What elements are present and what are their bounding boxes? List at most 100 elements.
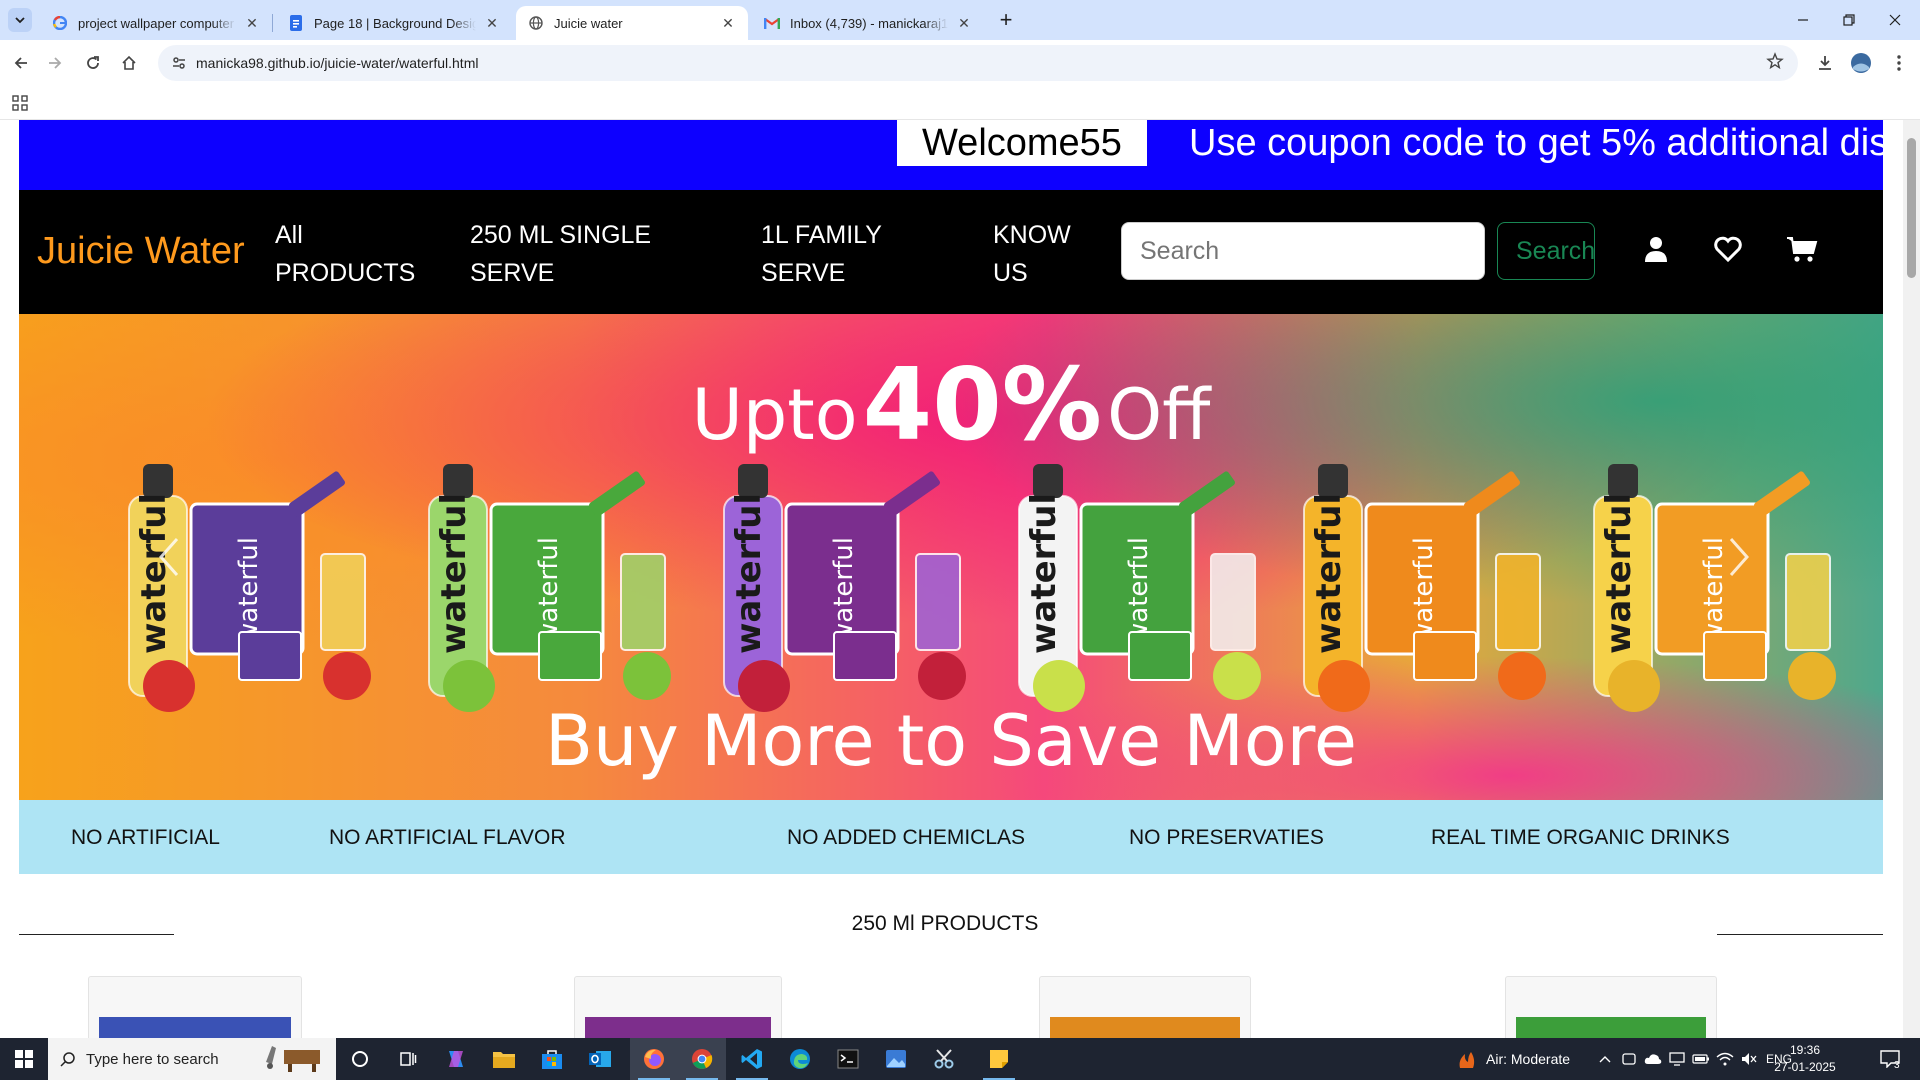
promo-banner: Welcome55 Use coupon code to get 5% addi… xyxy=(19,120,1883,190)
taskbar-app-photos[interactable] xyxy=(872,1038,920,1080)
battery-tray[interactable] xyxy=(1690,1038,1712,1080)
carousel-prev-button[interactable] xyxy=(149,532,189,582)
forward-button[interactable] xyxy=(40,48,70,78)
product-card[interactable] xyxy=(574,976,782,1038)
cart-icon[interactable] xyxy=(1785,232,1819,266)
bottle-brand-text: waterful xyxy=(1024,493,1064,654)
carousel-next-button[interactable] xyxy=(1719,532,1759,582)
tab-gmail-inbox[interactable]: Inbox (4,739) - manickaraj1097@ ✕ xyxy=(752,6,984,40)
nav-link-label: All xyxy=(275,221,303,249)
new-tab-button[interactable]: + xyxy=(994,7,1018,32)
chevron-up-icon xyxy=(1599,1056,1611,1063)
brand-logo[interactable]: Juicie Water xyxy=(37,230,245,273)
close-tab-icon[interactable]: ✕ xyxy=(720,15,736,31)
page-viewport: Welcome55 Use coupon code to get 5% addi… xyxy=(0,120,1920,1038)
task-view-button[interactable] xyxy=(384,1038,432,1080)
close-tab-icon[interactable]: ✕ xyxy=(484,15,500,31)
close-window-button[interactable] xyxy=(1872,0,1918,40)
taskbar-app-copilot[interactable] xyxy=(432,1038,480,1080)
hero-title-suffix: Off xyxy=(1107,374,1211,456)
taskbar-app-store[interactable] xyxy=(528,1038,576,1080)
gmail-icon xyxy=(764,15,780,31)
bottle-brand-text: waterful xyxy=(729,493,769,654)
nav-link-all-products[interactable]: All PRODUCTS xyxy=(275,216,415,292)
taskbar-app-outlook[interactable] xyxy=(576,1038,624,1080)
taskbar-app-snipping-tool[interactable] xyxy=(920,1038,968,1080)
nav-link-1l-family[interactable]: 1L FAMILY SERVE xyxy=(761,216,882,292)
minimize-icon xyxy=(1798,19,1808,21)
terminal-icon xyxy=(837,1049,859,1069)
taskbar-app-vscode[interactable] xyxy=(728,1038,776,1080)
profile-button[interactable] xyxy=(1846,48,1876,78)
weather-widget[interactable]: Air: Moderate xyxy=(1456,1038,1570,1080)
meet-now-tray[interactable] xyxy=(1618,1038,1640,1080)
tab-search-button[interactable] xyxy=(8,8,32,32)
downloads-button[interactable] xyxy=(1810,48,1840,78)
close-tab-icon[interactable]: ✕ xyxy=(244,15,260,31)
search-button[interactable]: Search xyxy=(1497,222,1595,280)
chevron-right-icon xyxy=(1729,538,1749,576)
sachet xyxy=(1179,471,1235,517)
url-text[interactable]: manicka98.github.io/juicie-water/waterfu… xyxy=(196,55,478,71)
network-tray[interactable] xyxy=(1714,1038,1736,1080)
nav-link-250ml[interactable]: 250 ML SINGLE SERVE xyxy=(470,216,651,292)
scrollbar-thumb[interactable] xyxy=(1907,138,1916,278)
taskbar-app-firefox[interactable] xyxy=(630,1038,678,1080)
notification-count: 3 xyxy=(1894,1060,1900,1071)
taskbar-app-edge[interactable] xyxy=(776,1038,824,1080)
cortana-button[interactable] xyxy=(336,1038,384,1080)
apps-grid-icon[interactable] xyxy=(12,95,28,116)
product-card[interactable] xyxy=(1505,976,1717,1038)
glass xyxy=(1495,553,1541,651)
address-bar[interactable]: manicka98.github.io/juicie-water/waterfu… xyxy=(158,45,1798,81)
heart-icon[interactable] xyxy=(1711,232,1745,266)
home-button[interactable] xyxy=(114,48,144,78)
back-button[interactable] xyxy=(6,48,36,78)
taskbar-app-sticky-notes[interactable] xyxy=(975,1038,1023,1080)
volume-tray[interactable] xyxy=(1738,1038,1760,1080)
arrow-left-icon xyxy=(14,57,27,69)
display-tray[interactable] xyxy=(1666,1038,1688,1080)
tab-google-search[interactable]: project wallpaper computer pro ✕ xyxy=(40,6,272,40)
onedrive-tray[interactable] xyxy=(1642,1038,1664,1080)
feature-item: REAL TIME ORGANIC DRINKS xyxy=(1431,826,1730,849)
restore-button[interactable] xyxy=(1826,0,1872,40)
nav-link-label: SERVE xyxy=(470,259,555,287)
page-scrollbar[interactable] xyxy=(1903,120,1920,1038)
user-icon[interactable] xyxy=(1639,232,1673,266)
avatar xyxy=(1851,53,1871,73)
show-hidden-icons-button[interactable] xyxy=(1594,1038,1616,1080)
chrome-icon xyxy=(692,1049,713,1069)
taskbar-app-chrome[interactable] xyxy=(678,1038,726,1080)
sachet xyxy=(884,471,940,517)
tab-juicie-water[interactable]: Juicie water ✕ xyxy=(516,6,748,40)
taskbar-search-box[interactable]: Type here to search xyxy=(48,1038,336,1080)
star-icon[interactable] xyxy=(1766,51,1784,75)
start-button[interactable] xyxy=(0,1038,48,1080)
browser-menu-button[interactable] xyxy=(1884,48,1914,78)
hero-title: Upto 40% Off xyxy=(19,346,1883,463)
sachet-box xyxy=(1128,631,1192,681)
taskbar-app-terminal[interactable] xyxy=(824,1038,872,1080)
product-image xyxy=(99,1017,291,1038)
minimize-button[interactable] xyxy=(1780,0,1826,40)
taskbar-clock[interactable]: 19:36 27-01-2025 xyxy=(1770,1042,1840,1076)
tab-background-designer[interactable]: Page 18 | Background Designer ✕ xyxy=(276,6,512,40)
product-card[interactable] xyxy=(1039,976,1251,1038)
reload-button[interactable] xyxy=(78,48,108,78)
close-tab-icon[interactable]: ✕ xyxy=(956,15,972,31)
browser-toolbar: manicka98.github.io/juicie-water/waterfu… xyxy=(0,40,1920,86)
glass xyxy=(1210,553,1256,651)
taskbar-app-file-explorer[interactable] xyxy=(480,1038,528,1080)
bottle-cap xyxy=(443,464,473,498)
site-info-icon[interactable] xyxy=(162,45,196,81)
nav-link-know-us[interactable]: KNOW US xyxy=(993,216,1071,292)
pouch-brand-text: waterful xyxy=(1409,537,1439,644)
scissors-icon xyxy=(934,1049,954,1069)
product-card[interactable] xyxy=(88,976,302,1038)
notifications-button[interactable]: 3 xyxy=(1870,1038,1910,1080)
store-icon xyxy=(542,1050,562,1069)
reload-icon xyxy=(87,56,99,69)
search-input[interactable] xyxy=(1121,222,1485,280)
download-icon xyxy=(1819,56,1831,70)
